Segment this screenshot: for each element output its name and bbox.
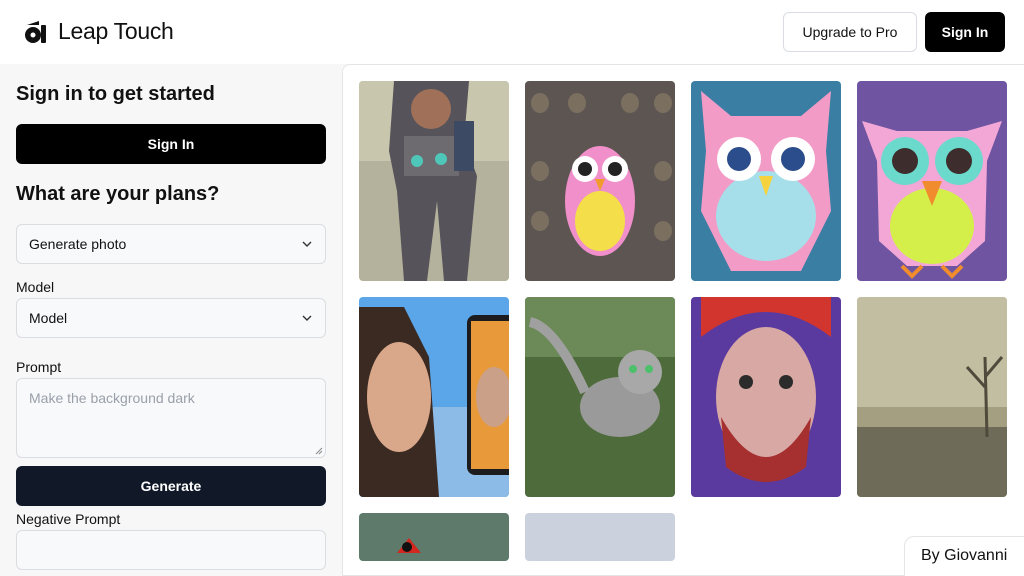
generate-button[interactable]: Generate xyxy=(16,466,326,506)
prompt-textarea[interactable]: Make the background dark xyxy=(16,378,326,458)
sign-in-heading: Sign in to get started xyxy=(16,83,215,105)
prompt-label: Prompt xyxy=(16,359,62,375)
gallery-image-red-bird[interactable] xyxy=(359,513,509,561)
upgrade-to-pro-button[interactable]: Upgrade to Pro xyxy=(783,12,917,52)
brand-name: Leap Touch xyxy=(58,18,174,44)
chevron-down-icon xyxy=(302,241,312,247)
gallery-image-partial[interactable] xyxy=(525,513,675,561)
author-credit[interactable]: By Giovanni xyxy=(904,536,1024,576)
plans-heading: What are your plans? xyxy=(16,183,220,205)
plan-select-value: Generate photo xyxy=(29,236,127,252)
plan-select[interactable]: Generate photo xyxy=(16,224,326,264)
gallery-image-misty-river[interactable] xyxy=(857,297,1007,497)
gallery-image-woman-phone[interactable] xyxy=(359,297,509,497)
gallery-image-owl-pattern[interactable] xyxy=(525,81,675,281)
sidebar: Sign in to get started Sign In What are … xyxy=(0,64,342,576)
chevron-down-icon xyxy=(302,315,312,321)
top-bar: Leap Touch Upgrade to Pro Sign In xyxy=(0,0,1024,64)
model-select[interactable]: Model xyxy=(16,298,326,338)
gallery-image-cat[interactable] xyxy=(525,297,675,497)
negative-prompt-input[interactable] xyxy=(16,530,326,570)
gallery-image-purple-owl[interactable] xyxy=(857,81,1007,281)
brand-logo-icon xyxy=(25,20,46,43)
model-select-value: Model xyxy=(29,310,68,326)
prompt-placeholder: Make the background dark xyxy=(29,390,195,406)
gallery-image-cyborg[interactable] xyxy=(359,81,509,281)
model-label: Model xyxy=(16,279,55,295)
gallery-image-pink-owl[interactable] xyxy=(691,81,841,281)
gallery-image-bearded-man[interactable] xyxy=(691,297,841,497)
resize-handle-icon[interactable] xyxy=(315,447,323,455)
sidebar-sign-in-button[interactable]: Sign In xyxy=(16,124,326,164)
header-sign-in-button[interactable]: Sign In xyxy=(925,12,1005,52)
brand[interactable]: Leap Touch xyxy=(24,18,174,45)
negative-prompt-label: Negative Prompt xyxy=(16,511,121,527)
image-gallery xyxy=(342,64,1024,576)
